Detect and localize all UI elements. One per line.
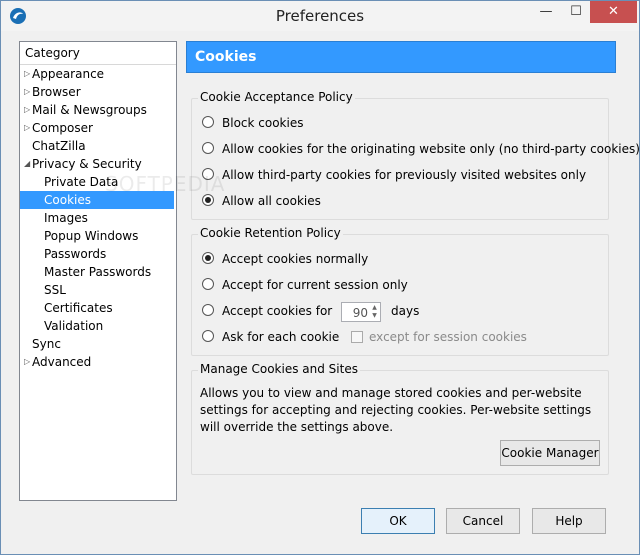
- expanded-arrow-icon[interactable]: ◢: [24, 155, 32, 173]
- radio-label: Ask for each cookie: [222, 330, 340, 344]
- tree-item-validation[interactable]: Validation: [20, 317, 174, 335]
- tree-item-label: Mail & Newsgroups: [32, 103, 147, 117]
- manage-cookies-group: Manage Cookies and Sites Allows you to v…: [191, 362, 609, 475]
- tree-item-label: Popup Windows: [44, 229, 139, 243]
- radio-button[interactable]: [202, 194, 214, 206]
- radio-label: Allow cookies for the originating websit…: [222, 142, 640, 156]
- title-bar[interactable]: Preferences — ☐ ✕: [1, 1, 639, 31]
- days-spinner[interactable]: 90 ▲ ▼: [341, 302, 381, 322]
- days-label: days: [391, 304, 420, 318]
- tree-item-composer[interactable]: ▷ Composer: [20, 119, 174, 137]
- collapsed-arrow-icon[interactable]: ▷: [24, 101, 32, 119]
- except-session-checkbox[interactable]: [351, 331, 363, 343]
- manage-description: Allows you to view and manage stored coo…: [200, 386, 592, 434]
- tree-item-label: Cookies: [44, 193, 91, 207]
- radio-label: Accept cookies for: [222, 304, 333, 318]
- tree-item-ssl[interactable]: SSL: [20, 281, 174, 299]
- section-header: Cookies: [186, 41, 616, 73]
- tree-item-private-data[interactable]: Private Data: [20, 173, 174, 191]
- radio-button[interactable]: [202, 252, 214, 264]
- tree-item-label: Composer: [32, 121, 93, 135]
- tree-item-sync[interactable]: Sync: [20, 335, 174, 353]
- retention-group-label: Cookie Retention Policy: [198, 226, 343, 240]
- category-header: Category: [20, 42, 176, 65]
- tree-item-certificates[interactable]: Certificates: [20, 299, 174, 317]
- except-session-label: except for session cookies: [369, 330, 527, 344]
- manage-group-label: Manage Cookies and Sites: [198, 362, 360, 376]
- tree-item-label: Master Passwords: [44, 265, 152, 279]
- cookie-retention-group: Cookie Retention Policy Accept cookies n…: [191, 226, 609, 356]
- days-value[interactable]: 90: [353, 304, 368, 322]
- tree-item-appearance[interactable]: ▷ Appearance: [20, 65, 174, 83]
- category-tree[interactable]: Category ▷ Appearance ▷ Browser ▷ Mail & News…: [19, 41, 177, 501]
- tree-item-label: Images: [44, 211, 88, 225]
- tree-item-label: Private Data: [44, 175, 119, 189]
- maximize-button[interactable]: ☐: [562, 1, 590, 23]
- cookie-manager-button[interactable]: Cookie Manager: [500, 440, 600, 466]
- tree-item-label: Sync: [32, 337, 61, 351]
- tree-item-browser[interactable]: ▷ Browser: [20, 83, 174, 101]
- tree-item-passwords[interactable]: Passwords: [20, 245, 174, 263]
- tree-item-label: ChatZilla: [32, 139, 86, 153]
- collapsed-arrow-icon[interactable]: ▷: [24, 353, 32, 371]
- tree-item-label: Privacy & Security: [32, 157, 142, 171]
- cancel-button[interactable]: Cancel: [446, 508, 520, 534]
- collapsed-arrow-icon[interactable]: ▷: [24, 119, 32, 137]
- cookie-acceptance-group: Cookie Acceptance Policy Block cookies Al…: [191, 90, 640, 220]
- close-button[interactable]: ✕: [590, 1, 637, 23]
- tree-item-label: Appearance: [32, 67, 105, 81]
- radio-label: Accept for current session only: [222, 278, 408, 292]
- tree-item-label: Certificates: [44, 301, 113, 315]
- tree-item-label: Advanced: [32, 355, 92, 369]
- radio-button[interactable]: [202, 330, 214, 342]
- radio-label: Block cookies: [222, 116, 304, 130]
- category-header-label: Category: [25, 46, 80, 60]
- radio-accept-for-days[interactable]: Accept cookies for 90 ▲ ▼ days: [202, 302, 462, 322]
- radio-button[interactable]: [202, 304, 214, 316]
- radio-label: Accept cookies normally: [222, 252, 369, 266]
- radio-label: Allow all cookies: [222, 194, 321, 208]
- tree-item-master-passwords[interactable]: Master Passwords: [20, 263, 174, 281]
- acceptance-group-label: Cookie Acceptance Policy: [198, 90, 355, 104]
- radio-ask-each[interactable]: Ask for each cookie except for session c…: [202, 328, 527, 346]
- tree-item-label: SSL: [44, 283, 66, 297]
- tree-item-label: Validation: [44, 319, 104, 333]
- tree-item-privacy-security[interactable]: ◢ Privacy & Security: [20, 155, 174, 173]
- minimize-button[interactable]: —: [531, 1, 561, 23]
- radio-button[interactable]: [202, 168, 214, 180]
- collapsed-arrow-icon[interactable]: ▷: [24, 83, 32, 101]
- radio-button[interactable]: [202, 142, 214, 154]
- ok-button[interactable]: OK: [361, 508, 435, 534]
- radio-label: Allow third-party cookies for previously…: [222, 168, 587, 182]
- tree-item-chatzilla[interactable]: ChatZilla: [20, 137, 174, 155]
- tree-item-mail-newsgroups[interactable]: ▷ Mail & Newsgroups: [20, 101, 174, 119]
- help-button[interactable]: Help: [532, 508, 606, 534]
- tree-item-popup-windows[interactable]: Popup Windows: [20, 227, 174, 245]
- spinner-arrows-icon[interactable]: ▲ ▼: [370, 304, 379, 320]
- section-title: Cookies: [195, 49, 257, 65]
- collapsed-arrow-icon[interactable]: ▷: [24, 65, 32, 83]
- tree-item-label: Browser: [32, 85, 81, 99]
- tree-item-label: Passwords: [44, 247, 107, 261]
- tree-item-advanced[interactable]: ▷ Advanced: [20, 353, 174, 371]
- radio-button[interactable]: [202, 116, 214, 128]
- tree-item-cookies[interactable]: Cookies: [20, 191, 174, 209]
- tree-item-images[interactable]: Images: [20, 209, 174, 227]
- radio-button[interactable]: [202, 278, 214, 290]
